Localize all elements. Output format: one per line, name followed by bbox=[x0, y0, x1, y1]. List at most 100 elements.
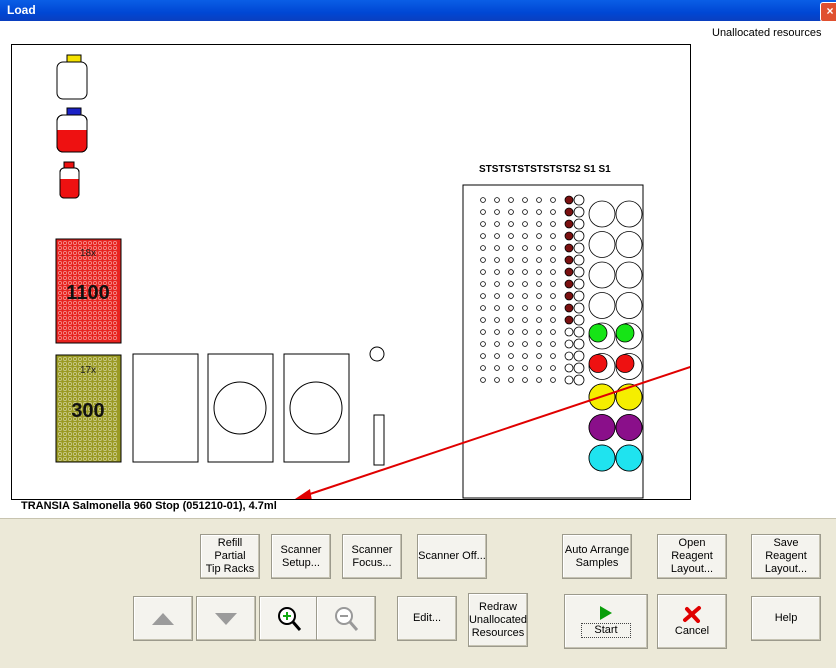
sample-tube bbox=[573, 290, 585, 302]
bottle-yellow-cap-icon bbox=[56, 54, 88, 100]
sample-well bbox=[480, 233, 486, 239]
sample-well bbox=[508, 233, 514, 239]
sample-well bbox=[522, 281, 528, 287]
sample-tube bbox=[564, 231, 574, 241]
scanner-off-button[interactable]: Scanner Off... bbox=[417, 534, 487, 579]
reagent-fill bbox=[588, 444, 616, 472]
move-up-button[interactable] bbox=[133, 596, 193, 641]
sample-well bbox=[550, 377, 556, 383]
sample-well bbox=[480, 257, 486, 263]
sample-tube bbox=[564, 339, 574, 349]
zoom-out-button[interactable] bbox=[316, 596, 376, 641]
sample-well bbox=[522, 377, 528, 383]
start-button[interactable]: Start bbox=[564, 594, 648, 649]
scanner-focus-button[interactable]: Scanner Focus... bbox=[342, 534, 402, 579]
sample-well bbox=[508, 329, 514, 335]
sample-well bbox=[550, 365, 556, 371]
sample-tube bbox=[573, 266, 585, 278]
sample-tube bbox=[573, 242, 585, 254]
sample-tube bbox=[573, 206, 585, 218]
sample-well bbox=[480, 305, 486, 311]
reagent-tube bbox=[615, 200, 643, 228]
sample-tube bbox=[573, 374, 585, 386]
move-down-button[interactable] bbox=[196, 596, 256, 641]
sample-well bbox=[494, 197, 500, 203]
refill-tip-racks-button[interactable]: Refill Partial Tip Racks bbox=[200, 534, 260, 579]
sample-well bbox=[480, 365, 486, 371]
sample-well bbox=[494, 209, 500, 215]
sample-well bbox=[480, 197, 486, 203]
sample-tube bbox=[564, 243, 574, 253]
sample-well bbox=[550, 245, 556, 251]
sample-tube bbox=[573, 194, 585, 206]
reagent-tube bbox=[588, 261, 616, 289]
sample-well bbox=[536, 197, 542, 203]
sample-well bbox=[480, 377, 486, 383]
zoom-in-button[interactable] bbox=[259, 596, 319, 641]
reagent-fill bbox=[588, 354, 608, 373]
sample-well bbox=[494, 353, 500, 359]
sample-well bbox=[522, 257, 528, 263]
sample-well bbox=[508, 269, 514, 275]
sample-well bbox=[508, 257, 514, 263]
reagent-tube bbox=[615, 261, 643, 289]
sample-tube bbox=[573, 302, 585, 314]
sample-well bbox=[536, 305, 542, 311]
sample-well bbox=[550, 329, 556, 335]
carrier-column-header: STSTSTSTSTSTSTS2 S1 S1 bbox=[479, 164, 611, 175]
sample-tube bbox=[573, 278, 585, 290]
deck-layout[interactable]: 18x 1100 17x 300 STSTSTSTSTSTSTS2 S1 S1 bbox=[11, 44, 691, 500]
sample-well bbox=[536, 317, 542, 323]
sample-tube bbox=[573, 218, 585, 230]
reagent-fill bbox=[615, 354, 635, 373]
sample-well bbox=[508, 377, 514, 383]
rack1-count: 18x bbox=[80, 248, 96, 259]
edit-button[interactable]: Edit... bbox=[397, 596, 457, 641]
empty-plate bbox=[132, 353, 199, 463]
sample-well bbox=[480, 269, 486, 275]
save-reagent-layout-button[interactable]: Save Reagent Layout... bbox=[751, 534, 821, 579]
cancel-button[interactable]: Cancel bbox=[657, 594, 727, 649]
redraw-unallocated-button[interactable]: Redraw Unallocated Resources bbox=[468, 593, 528, 647]
sample-well bbox=[522, 341, 528, 347]
sample-tube bbox=[573, 362, 585, 374]
sample-tube bbox=[564, 363, 574, 373]
close-button[interactable]: × bbox=[820, 2, 836, 22]
sample-well bbox=[536, 281, 542, 287]
reagent-fill bbox=[588, 323, 608, 343]
sample-well bbox=[536, 209, 542, 215]
scanner-setup-button[interactable]: Scanner Setup... bbox=[271, 534, 331, 579]
sample-well bbox=[494, 269, 500, 275]
sample-tube bbox=[564, 207, 574, 217]
rack1-value: 1100 bbox=[66, 282, 109, 304]
sample-tube bbox=[564, 375, 574, 385]
sample-tube bbox=[564, 219, 574, 229]
sample-well bbox=[508, 281, 514, 287]
sample-well bbox=[522, 353, 528, 359]
sample-well bbox=[550, 221, 556, 227]
sample-well bbox=[494, 293, 500, 299]
sample-well bbox=[494, 365, 500, 371]
sample-well bbox=[522, 365, 528, 371]
sample-well bbox=[508, 293, 514, 299]
sample-well bbox=[550, 305, 556, 311]
button-panel: Refill Partial Tip Racks Scanner Setup..… bbox=[0, 518, 836, 668]
sample-well bbox=[494, 257, 500, 263]
reagent-fill bbox=[615, 444, 643, 472]
sample-well bbox=[480, 353, 486, 359]
bottle-red-cap-icon bbox=[59, 161, 80, 199]
reagent-tube bbox=[588, 231, 616, 258]
auto-arrange-samples-button[interactable]: Auto Arrange Samples bbox=[562, 534, 632, 579]
reagent-tube bbox=[588, 200, 616, 228]
sample-well bbox=[536, 377, 542, 383]
open-reagent-layout-button[interactable]: Open Reagent Layout... bbox=[657, 534, 727, 579]
sample-tube bbox=[564, 303, 574, 313]
sample-well bbox=[522, 317, 528, 323]
sample-well bbox=[536, 293, 542, 299]
sample-tube bbox=[564, 315, 574, 325]
sample-well bbox=[494, 233, 500, 239]
arrow-up-icon bbox=[152, 612, 174, 625]
play-icon bbox=[600, 606, 612, 620]
help-button[interactable]: Help bbox=[751, 596, 821, 641]
sample-well bbox=[550, 257, 556, 263]
